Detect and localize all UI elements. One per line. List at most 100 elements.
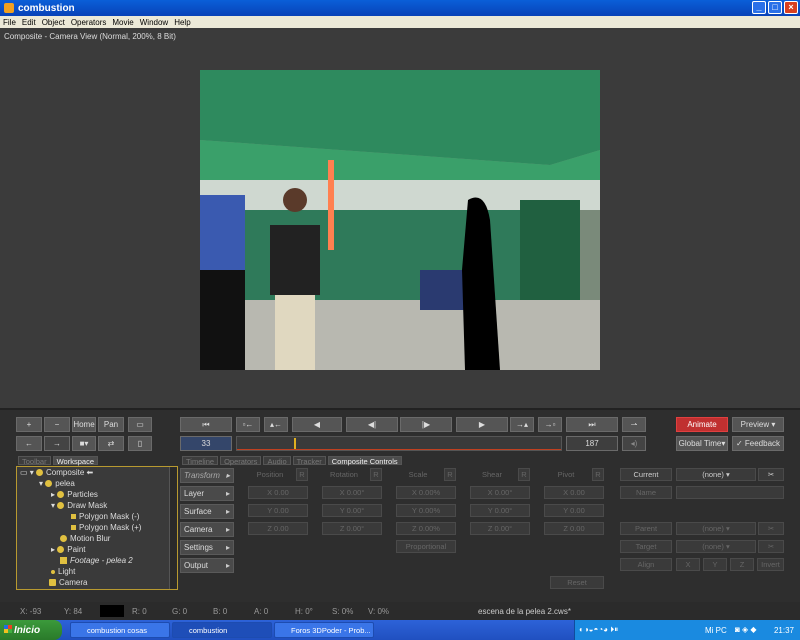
step-forward-button[interactable]: |▶ [400,417,452,432]
position-x-field[interactable]: X 0.00 [248,486,308,499]
tree-item-particles[interactable]: ▸ Particles [17,489,177,500]
preview-dropdown[interactable]: Preview ▾ [732,417,784,432]
shear-y-field[interactable]: Y 0.00° [470,504,530,517]
timeline-scrubber[interactable] [236,436,562,451]
pick-whip-icon[interactable]: ✂ [758,468,784,481]
scale-y-field[interactable]: Y 0.00% [396,504,456,517]
tree-item-polygon-mask-minus[interactable]: Polygon Mask (-) [17,511,177,522]
camera-button[interactable]: Camera ▸ [180,522,234,537]
go-to-end-button[interactable]: ⏭ [566,417,618,432]
menu-window[interactable]: Window [137,18,171,27]
tree-item-paint[interactable]: ▸ Paint [17,544,177,555]
target-pick-icon[interactable]: ✂ [758,540,784,553]
target-dropdown[interactable]: (none) ▾ [676,540,756,553]
position-lock-button[interactable]: R [296,468,308,481]
transform-button[interactable]: Transform ▸ [180,468,234,483]
start-button[interactable]: Inicio [0,620,62,640]
position-z-field[interactable]: Z 0.00 [248,522,308,535]
tree-item-light[interactable]: Light [17,566,177,577]
tab-tracker[interactable]: Tracker [292,456,326,466]
tab-toolbar[interactable]: Toolbar [18,456,51,466]
current-dropdown[interactable]: (none) ▾ [676,468,756,481]
step-back-button[interactable]: ◀| [346,417,398,432]
surface-button[interactable]: Surface ▸ [180,504,234,519]
proportional-button[interactable]: Proportional [396,540,456,553]
name-field[interactable] [676,486,784,499]
view-icon[interactable]: ▭ [128,417,152,432]
scale-lock-button[interactable]: R [444,468,456,481]
back-arrow-icon[interactable]: ← [16,436,42,451]
align-z-button[interactable]: Z [730,558,754,571]
tab-operators[interactable]: Operators [220,456,262,466]
menu-edit[interactable]: Edit [19,18,39,27]
playhead[interactable] [294,438,296,449]
shear-lock-button[interactable]: R [518,468,530,481]
play-reverse-button[interactable]: ◀ [292,417,342,432]
tree-item-polygon-mask-plus[interactable]: Polygon Mask (+) [17,522,177,533]
rotation-lock-button[interactable]: R [370,468,382,481]
zoom-in-button[interactable]: + [16,417,42,432]
color-swatch-dropdown[interactable]: ■▾ [72,436,96,451]
tree-item-draw-mask[interactable]: ▾ Draw Mask [17,500,177,511]
tab-workspace[interactable]: Workspace [52,456,98,466]
tree-scrollbar[interactable] [169,467,177,589]
home-button[interactable]: Home [72,417,96,432]
tree-item-motion-blur[interactable]: Motion Blur [17,533,177,544]
camera-view[interactable]: Composite - Camera View (Normal, 200%, 8… [0,28,800,408]
parent-pick-icon[interactable]: ✂ [758,522,784,535]
set-out-point-button[interactable]: →▫ [538,417,562,432]
current-frame-field[interactable]: 33 [180,436,232,451]
zoom-out-button[interactable]: − [44,417,70,432]
go-to-start-button[interactable]: ⏮ [180,417,232,432]
play-button[interactable]: ▶ [456,417,508,432]
task-combustion[interactable]: combustion [172,622,272,638]
pan-button[interactable]: Pan [98,417,124,432]
layer-button[interactable]: Layer ▸ [180,486,234,501]
align-x-button[interactable]: X [676,558,700,571]
invert-button[interactable]: Invert [757,558,784,571]
set-in-point-button[interactable]: ▫← [236,417,260,432]
position-y-field[interactable]: Y 0.00 [248,504,308,517]
settings-button[interactable]: Settings ▸ [180,540,234,555]
tab-composite-controls[interactable]: Composite Controls [327,456,402,466]
pivot-y-field[interactable]: Y 0.00 [544,504,604,517]
menu-operators[interactable]: Operators [68,18,110,27]
output-button[interactable]: Output ▸ [180,558,234,573]
end-frame-field[interactable]: 187 [566,436,618,451]
swap-icon[interactable]: ⇄ [98,436,124,451]
split-view-icon[interactable]: ▯ [128,436,152,451]
video-frame[interactable] [200,70,600,370]
maximize-button[interactable]: □ [768,1,782,14]
pivot-x-field[interactable]: X 0.00 [544,486,604,499]
scale-z-field[interactable]: Z 0.00% [396,522,456,535]
menu-movie[interactable]: Movie [109,18,136,27]
rotation-z-field[interactable]: Z 0.00° [322,522,382,535]
global-time-dropdown[interactable]: Global Time ▾ [676,436,728,451]
align-y-button[interactable]: Y [703,558,727,571]
close-button[interactable]: × [784,1,798,14]
shear-x-field[interactable]: X 0.00° [470,486,530,499]
tray-icons[interactable]: ◐◑◒◓◔◕ ⏵⏸ [579,625,618,635]
menu-file[interactable]: File [0,18,19,27]
tree-item-pelea[interactable]: ▾ pelea [17,478,177,489]
menu-object[interactable]: Object [39,18,68,27]
menu-help[interactable]: Help [171,18,193,27]
feedback-checkbox[interactable]: ✓ Feedback [732,436,784,451]
task-foros-3dpoder[interactable]: Foros 3DPoder - Prob... [274,622,374,638]
parent-dropdown[interactable]: (none) ▾ [676,522,756,535]
forward-arrow-icon[interactable]: → [44,436,70,451]
task-combustion-cosas[interactable]: combustion cosas [70,622,170,638]
tree-item-camera[interactable]: Camera [17,577,177,588]
scale-x-field[interactable]: X 0.00% [396,486,456,499]
reset-button[interactable]: Reset [550,576,604,589]
pivot-z-field[interactable]: Z 0.00 [544,522,604,535]
next-keyframe-button[interactable]: →▴ [510,417,534,432]
tray-status-icons[interactable]: ◙ ◈ ◆ [735,625,757,634]
tab-timeline[interactable]: Timeline [182,456,219,466]
pivot-lock-button[interactable]: R [592,468,604,481]
tab-audio[interactable]: Audio [263,456,291,466]
rotation-y-field[interactable]: Y 0.00° [322,504,382,517]
tree-item-composite[interactable]: ▭ ▾ Composite ⬅ [17,467,177,478]
workspace-tree[interactable]: ▭ ▾ Composite ⬅ ▾ pelea ▸ Particles ▾ Dr… [16,466,178,590]
tray-label[interactable]: Mi PC [705,626,727,635]
